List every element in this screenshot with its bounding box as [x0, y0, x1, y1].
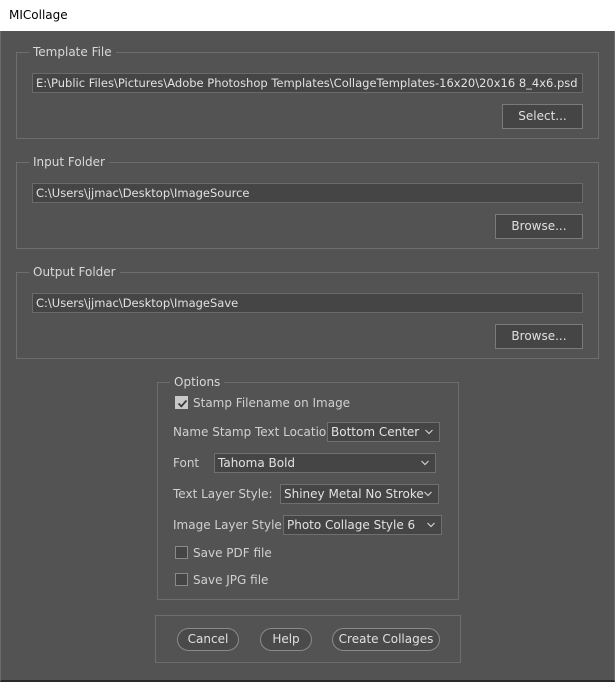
chevron-down-icon	[421, 460, 429, 466]
save-pdf-checkbox[interactable]	[175, 546, 188, 559]
text-layer-style-label: Text Layer Style:	[173, 487, 273, 501]
options-label: Options	[170, 375, 225, 389]
save-jpg-checkbox[interactable]	[175, 573, 188, 586]
save-pdf-label: Save PDF file	[193, 546, 272, 560]
chevron-down-icon	[425, 429, 433, 435]
font-select[interactable]: Tahoma Bold	[214, 453, 436, 473]
stamp-location-select[interactable]: Bottom Center	[327, 422, 440, 442]
stamp-location-value: Bottom Center	[331, 425, 420, 439]
chevron-down-icon	[427, 522, 435, 528]
checkmark-icon	[177, 399, 188, 408]
input-folder-label: Input Folder	[29, 155, 109, 169]
text-layer-style-select[interactable]: Shiney Metal No Stroke	[280, 484, 439, 504]
window-title: MICollage	[9, 8, 68, 22]
font-label: Font	[173, 456, 200, 470]
template-file-label: Template File	[29, 45, 116, 59]
create-collages-button[interactable]: Create Collages	[332, 628, 440, 651]
cancel-button[interactable]: Cancel	[177, 628, 239, 651]
font-value: Tahoma Bold	[218, 456, 296, 470]
stamp-location-label: Name Stamp Text Location:	[173, 425, 338, 439]
stamp-filename-label: Stamp Filename on Image	[193, 396, 351, 410]
output-folder-path-field[interactable]: C:\Users\jjmac\Desktop\ImageSave	[32, 293, 583, 313]
save-jpg-label: Save JPG file	[193, 573, 269, 587]
title-bar: MICollage	[0, 0, 615, 31]
stamp-filename-checkbox[interactable]	[175, 396, 188, 409]
image-layer-style-select[interactable]: Photo Collage Style 6	[283, 515, 442, 535]
select-button[interactable]: Select...	[502, 104, 583, 129]
help-button[interactable]: Help	[260, 628, 312, 651]
image-layer-style-value: Photo Collage Style 6	[287, 518, 416, 532]
chevron-down-icon	[424, 491, 432, 497]
output-folder-label: Output Folder	[29, 265, 120, 279]
input-folder-path-field[interactable]: C:\Users\jjmac\Desktop\ImageSource	[32, 183, 583, 203]
template-file-path-field[interactable]: E:\Public Files\Pictures\Adobe Photoshop…	[32, 73, 583, 93]
input-browse-button[interactable]: Browse...	[495, 214, 583, 239]
image-layer-style-label: Image Layer Style:	[173, 518, 286, 532]
text-layer-style-value: Shiney Metal No Stroke	[284, 487, 424, 501]
output-browse-button[interactable]: Browse...	[495, 324, 583, 349]
